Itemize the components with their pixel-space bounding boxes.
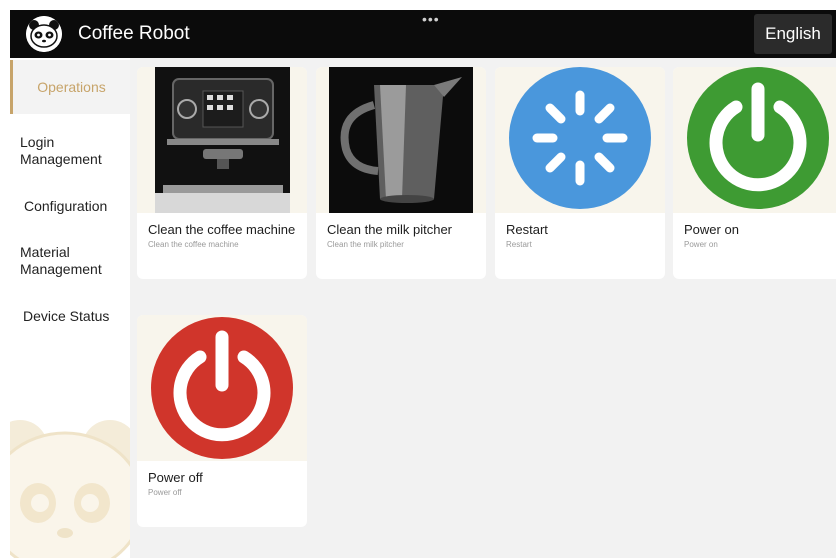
coffee-machine-image bbox=[137, 67, 307, 213]
sidebar-item-device-status[interactable]: Device Status bbox=[23, 308, 130, 325]
operation-card-clean-milk-pitcher[interactable]: Clean the milk pitcher Clean the milk pi… bbox=[316, 67, 486, 279]
sidebar-item-operations[interactable]: Operations bbox=[10, 60, 130, 114]
sidebar-item-login-management[interactable]: Login Management bbox=[20, 134, 120, 168]
operation-card-power-off[interactable]: Power off Power off bbox=[137, 315, 307, 527]
operation-card-clean-coffee-machine[interactable]: Clean the coffee machine Clean the coffe… bbox=[137, 67, 307, 279]
card-subtitle: Restart bbox=[506, 240, 532, 249]
power-off-icon bbox=[151, 317, 293, 459]
card-subtitle: Clean the coffee machine bbox=[148, 240, 239, 249]
more-options-icon[interactable]: ••• bbox=[422, 11, 440, 27]
operation-card-power-on[interactable]: Power on Power on bbox=[673, 67, 836, 279]
card-title: Clean the coffee machine bbox=[148, 222, 296, 237]
restart-spinner-icon bbox=[509, 67, 651, 209]
sidebar: Operations Login Management Configuratio… bbox=[10, 58, 130, 558]
app-screen: Coffee Robot ••• ≋ ▭ English Operations … bbox=[10, 10, 836, 558]
panda-logo-icon bbox=[26, 16, 62, 52]
milk-pitcher-image bbox=[316, 67, 486, 213]
card-subtitle: Power on bbox=[684, 240, 718, 249]
card-title: Power off bbox=[148, 470, 203, 485]
power-on-icon bbox=[687, 67, 829, 209]
sidebar-item-configuration[interactable]: Configuration bbox=[24, 198, 130, 215]
sidebar-item-material-management[interactable]: Material Management bbox=[20, 244, 120, 278]
language-button[interactable]: English bbox=[754, 14, 832, 54]
operation-card-restart[interactable]: Restart Restart bbox=[495, 67, 665, 279]
panda-watermark-icon bbox=[10, 420, 130, 558]
card-title: Restart bbox=[506, 222, 548, 237]
card-title: Clean the milk pitcher bbox=[327, 222, 452, 237]
card-title: Power on bbox=[684, 222, 739, 237]
app-title: Coffee Robot bbox=[78, 23, 190, 44]
card-subtitle: Power off bbox=[148, 488, 182, 497]
top-bar: Coffee Robot ••• ≋ ▭ English bbox=[10, 10, 836, 58]
card-subtitle: Clean the milk pitcher bbox=[327, 240, 404, 249]
